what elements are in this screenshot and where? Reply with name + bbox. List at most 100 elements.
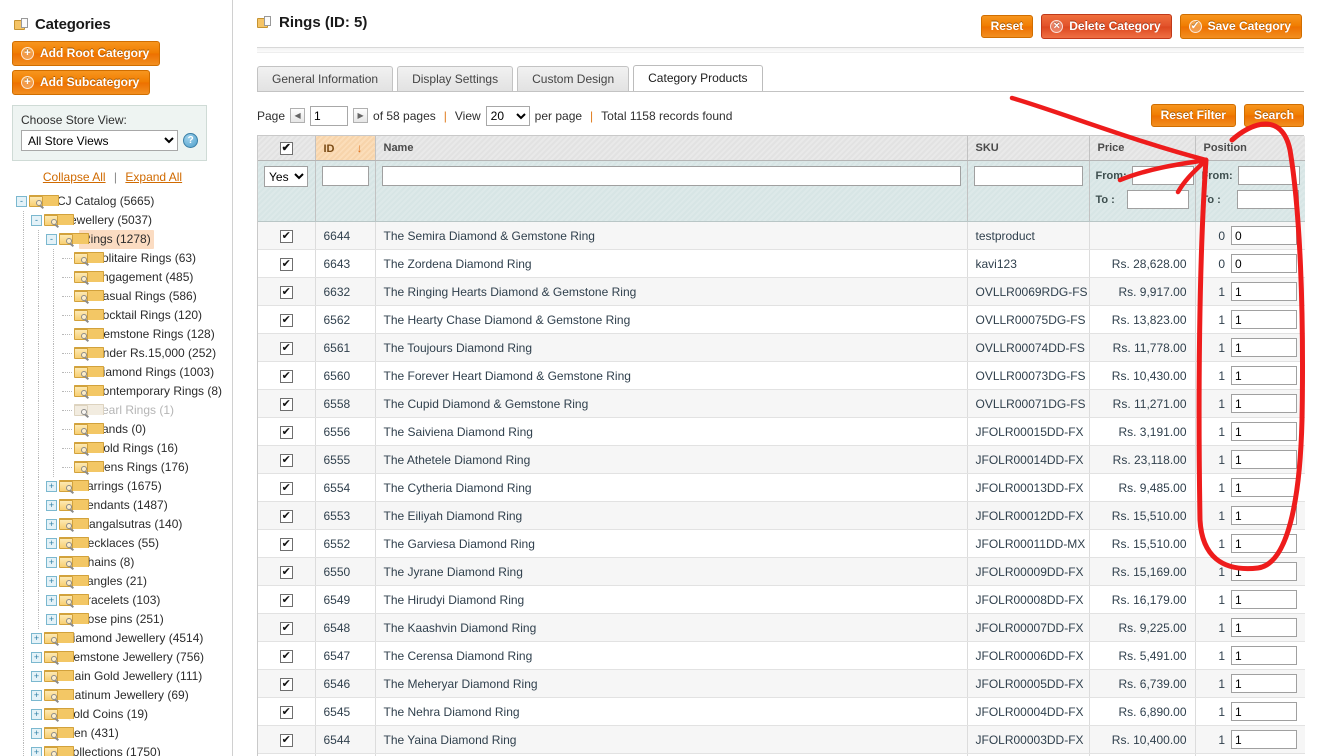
tree-item[interactable]: + Pendants (1487) <box>16 496 232 515</box>
row-checkbox[interactable]: ✔ <box>279 622 293 635</box>
cell-position[interactable]: 1 <box>1195 389 1305 418</box>
tree-toggle-icon[interactable]: - <box>31 215 42 226</box>
row-checkbox[interactable]: ✔ <box>279 734 293 747</box>
cell-position[interactable]: 1 <box>1195 501 1305 530</box>
store-view-select[interactable]: All Store Views <box>21 130 179 151</box>
reset-button[interactable]: Reset <box>980 15 1034 38</box>
position-input[interactable] <box>1231 254 1297 273</box>
filter-input-name[interactable] <box>381 166 961 186</box>
filter-select-checkbox[interactable]: Yes <box>264 166 308 187</box>
cell-position[interactable]: 0 <box>1195 221 1305 250</box>
column-header-select-all[interactable]: ✔ <box>258 136 316 161</box>
row-select-cell[interactable]: ✔ <box>258 445 316 474</box>
row-select-cell[interactable]: ✔ <box>258 529 316 558</box>
tree-toggle-icon[interactable]: + <box>31 728 42 739</box>
expand-all-link[interactable]: Expand All <box>125 170 182 184</box>
column-header-id[interactable]: ID ↓ <box>315 136 376 161</box>
table-row[interactable]: ✔ 6549 The Hirudyi Diamond Ring JFOLR00008D… <box>258 585 1305 614</box>
tree-item[interactable]: Cocktail Rings (120) <box>16 306 232 325</box>
delete-category-button[interactable]: × Delete Category <box>1041 14 1172 39</box>
tree-item[interactable]: Gold Rings (16) <box>16 439 232 458</box>
row-select-cell[interactable]: ✔ <box>258 389 316 418</box>
prev-page-button[interactable]: ◀ <box>290 108 306 123</box>
row-select-cell[interactable]: ✔ <box>258 725 316 754</box>
tree-toggle-icon[interactable]: + <box>46 576 57 587</box>
tab-general-information[interactable]: General Information <box>257 66 394 91</box>
tree-item[interactable]: + Bangles (21) <box>16 572 232 591</box>
table-row[interactable]: ✔ 6547 The Cerensa Diamond Ring JFOLR00006D… <box>258 641 1305 670</box>
tree-toggle-icon[interactable]: + <box>46 614 57 625</box>
tree-item[interactable]: + Diamond Jewellery (4514) <box>16 629 232 648</box>
row-checkbox[interactable]: ✔ <box>279 342 293 355</box>
position-input[interactable] <box>1231 674 1297 693</box>
row-select-cell[interactable]: ✔ <box>258 557 316 586</box>
collapse-all-link[interactable]: Collapse All <box>43 170 106 184</box>
position-input[interactable] <box>1231 226 1297 245</box>
cell-position[interactable]: 1 <box>1195 725 1305 754</box>
tree-toggle-icon[interactable]: + <box>31 690 42 701</box>
row-select-cell[interactable]: ✔ <box>258 641 316 670</box>
row-checkbox[interactable]: ✔ <box>279 370 293 383</box>
table-row[interactable]: ✔ 6554 The Cytheria Diamond Ring JFOLR00013… <box>258 473 1305 502</box>
table-row[interactable]: ✔ 6560 The Forever Heart Diamond & Gemston… <box>258 361 1305 390</box>
tree-toggle-icon[interactable]: + <box>46 519 57 530</box>
tree-item[interactable]: + Bracelets (103) <box>16 591 232 610</box>
position-input[interactable] <box>1231 366 1297 385</box>
filter-input-id[interactable] <box>321 166 369 186</box>
position-input[interactable] <box>1231 310 1297 329</box>
position-input[interactable] <box>1231 282 1297 301</box>
table-row[interactable]: ✔ 6546 The Meheryar Diamond Ring JFOLR00005… <box>258 669 1305 698</box>
tree-item[interactable]: Engagement (485) <box>16 268 232 287</box>
cell-position[interactable]: 1 <box>1195 277 1305 306</box>
position-input[interactable] <box>1231 562 1297 581</box>
tree-toggle-icon[interactable]: + <box>46 481 57 492</box>
position-input[interactable] <box>1231 478 1297 497</box>
position-input[interactable] <box>1231 534 1297 553</box>
per-page-select[interactable]: 20 <box>485 105 530 126</box>
column-header-name[interactable]: Name <box>375 136 968 161</box>
position-input[interactable] <box>1231 702 1297 721</box>
row-checkbox[interactable]: ✔ <box>279 482 293 495</box>
row-checkbox[interactable]: ✔ <box>279 594 293 607</box>
tree-item[interactable]: + Plain Gold Jewellery (111) <box>16 667 232 686</box>
row-select-cell[interactable]: ✔ <box>258 305 316 334</box>
column-header-price[interactable]: Price <box>1089 136 1196 161</box>
position-input[interactable] <box>1231 618 1297 637</box>
page-input[interactable] <box>310 105 349 126</box>
tree-item[interactable]: - Jewellery (5037) <box>16 211 232 230</box>
position-input[interactable] <box>1231 646 1297 665</box>
table-row[interactable]: ✔ 6553 The Eiliyah Diamond Ring JFOLR00012D… <box>258 501 1305 530</box>
row-select-cell[interactable]: ✔ <box>258 697 316 726</box>
cell-position[interactable]: 1 <box>1195 641 1305 670</box>
tree-toggle-icon[interactable]: + <box>46 557 57 568</box>
cell-position[interactable]: 1 <box>1195 361 1305 390</box>
row-select-cell[interactable]: ✔ <box>258 585 316 614</box>
table-row[interactable]: ✔ 6548 The Kaashvin Diamond Ring JFOLR00007… <box>258 613 1305 642</box>
row-checkbox[interactable]: ✔ <box>279 510 293 523</box>
tree-item[interactable]: - PCJ Catalog (5665) <box>16 192 232 211</box>
row-select-cell[interactable]: ✔ <box>258 221 316 250</box>
row-checkbox[interactable]: ✔ <box>279 286 293 299</box>
table-row[interactable]: ✔ 6555 The Athetele Diamond Ring JFOLR00014… <box>258 445 1305 474</box>
row-select-cell[interactable]: ✔ <box>258 501 316 530</box>
filter-input-sku[interactable] <box>973 166 1083 186</box>
cell-position[interactable]: 1 <box>1195 613 1305 642</box>
cell-position[interactable]: 1 <box>1195 697 1305 726</box>
tree-toggle-icon[interactable]: - <box>16 196 27 207</box>
filter-input-price-to[interactable] <box>1126 190 1189 209</box>
tree-item[interactable]: Diamond Rings (1003) <box>16 363 232 382</box>
search-button[interactable]: Search <box>1243 104 1304 127</box>
tree-item[interactable]: Pearl Rings (1) <box>16 401 232 420</box>
tree-toggle-icon[interactable]: - <box>46 234 57 245</box>
row-checkbox[interactable]: ✔ <box>279 678 293 691</box>
row-select-cell[interactable]: ✔ <box>258 417 316 446</box>
tree-item[interactable]: Gemstone Rings (128) <box>16 325 232 344</box>
position-input[interactable] <box>1231 394 1297 413</box>
tree-toggle-icon[interactable]: + <box>31 671 42 682</box>
row-checkbox[interactable]: ✔ <box>279 538 293 551</box>
tree-item[interactable]: Mens Rings (176) <box>16 458 232 477</box>
cell-position[interactable]: 1 <box>1195 417 1305 446</box>
next-page-button[interactable]: ▶ <box>353 108 369 123</box>
tab-category-products[interactable]: Category Products <box>633 65 763 91</box>
row-checkbox[interactable]: ✔ <box>279 398 293 411</box>
